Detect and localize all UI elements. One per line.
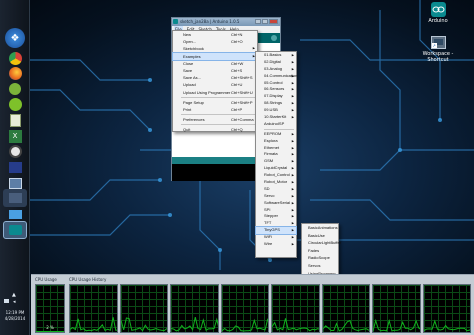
example-10-starterkit[interactable]: 10.StarterKit ▶ <box>256 114 296 121</box>
menu-item-upload-programmer[interactable]: Upload Using Programmer Ctrl+Shift+U <box>173 89 257 96</box>
example-esplora[interactable]: Esplora ▶ <box>256 138 296 145</box>
example-servo[interactable]: Servo ▶ <box>256 193 296 200</box>
cpu-usage-fill <box>36 331 64 332</box>
menu-item-save[interactable]: Save Ctrl+S <box>173 67 257 74</box>
example-wifi[interactable]: WiFi ▶ <box>256 234 296 241</box>
menu-separator <box>264 128 294 130</box>
lib-example-circularlightbuffer[interactable]: CircularLightBuffer <box>302 239 341 247</box>
menu-item-upload[interactable]: Upload Ctrl+U <box>173 81 257 88</box>
menu-item-print[interactable]: Print Ctrl+P <box>173 106 257 113</box>
example-tft[interactable]: TFT ▶ <box>256 220 296 227</box>
example-wire[interactable]: Wire ▶ <box>256 241 296 248</box>
menu-separator <box>181 124 255 126</box>
example-arduinoisp[interactable]: ArduinoISP <box>256 121 296 128</box>
taskbar: ❖ X ▲ ◂ 12:19 PM 4/28/2014 <box>0 0 30 335</box>
cpu-usage-graph: 2 % <box>35 284 65 333</box>
workspace-icon: ↗ <box>430 36 446 49</box>
example-eeprom[interactable]: EEPROM ▶ <box>256 131 296 138</box>
example-stepper[interactable]: Stepper ▶ <box>256 213 296 220</box>
lib-example-radioscope[interactable]: RadioScope <box>302 254 338 262</box>
cpu-history-line <box>120 317 168 332</box>
file-menu: New Ctrl+N Open... Ctrl+O Sketchbook ▶ Exam… <box>172 30 258 132</box>
menu-separator <box>181 96 255 98</box>
cpu-core-history-graph <box>372 284 421 333</box>
maximize-button[interactable] <box>262 19 268 24</box>
example-06-sensors[interactable]: 06.Sensors ▶ <box>256 86 296 93</box>
cpu-history-line <box>221 318 269 332</box>
library-examples-menu: BasicAnimations BasicUse CircularLightBu… <box>301 223 341 278</box>
cpu-core-history-graph <box>170 284 219 333</box>
cpu-history-line <box>70 317 117 332</box>
menu-item-save-as[interactable]: Save As... Ctrl+Shift+S <box>173 74 257 81</box>
cpu-core-history-graph <box>69 284 118 333</box>
example-07-display[interactable]: 07.Display ▶ <box>256 93 296 100</box>
cpu-usage-label: CPU Usage <box>35 277 57 282</box>
cpu-history-line <box>272 318 319 332</box>
cpu-core-history-graph <box>321 284 370 333</box>
menu-item-sketchbook[interactable]: Sketchbook ▶ <box>173 45 257 52</box>
menu-item-page-setup[interactable]: Page Setup Ctrl+Shift+P <box>173 99 257 106</box>
workspace-icon-label: Workspace - Shortcut <box>422 51 454 63</box>
examples-menu: 01.Basics ▶ 02.Digital ▶ 03.Analog ▶ 04.Com… <box>255 51 297 258</box>
menu-item-quit[interactable]: Quit Ctrl+Q <box>173 126 257 133</box>
workspace-shortcut-icon[interactable]: ↗ Workspace - Shortcut <box>422 36 454 63</box>
window-title-bar[interactable]: sketch_jan28a | Arduino 1.0.5 <box>172 18 280 26</box>
arduino-logo-icon <box>430 2 446 17</box>
cpu-core-history-graph <box>422 284 471 333</box>
example-firmata[interactable]: Firmata ▶ <box>256 151 296 158</box>
example-sd[interactable]: SD ▶ <box>256 186 296 193</box>
arduino-icon-label: Arduino <box>428 18 448 24</box>
example-01-basics[interactable]: 01.Basics ▶ <box>256 52 296 59</box>
cpu-history-label: CPU Usage History <box>69 277 107 282</box>
cpu-history-line <box>423 319 471 332</box>
example-liquidcrystal[interactable]: LiquidCrystal ▶ <box>256 165 296 172</box>
menu-item-preferences[interactable]: Preferences Ctrl+Comma <box>173 116 257 123</box>
example-05-control[interactable]: 05.Control ▶ <box>256 80 296 87</box>
menu-item-close[interactable]: Close Ctrl+W <box>173 60 257 67</box>
cpu-history-line <box>171 316 218 332</box>
example-robot-control[interactable]: Robot_Control ▶ <box>256 172 296 179</box>
example-04-communication[interactable]: 04.Communication ▶ <box>256 73 297 80</box>
taskbar-clock[interactable]: 12:19 PM 4/28/2014 <box>0 310 30 322</box>
example-09-usb[interactable]: 09.USB ▶ <box>256 107 296 114</box>
cpu-core-history-graph <box>271 284 320 333</box>
lib-example-fades[interactable]: Fades <box>302 247 338 255</box>
arduino-taskbar-icon[interactable] <box>3 221 27 239</box>
show-hidden-icons[interactable]: ▲ <box>12 292 16 298</box>
example-gsm[interactable]: GSM ▶ <box>256 158 296 165</box>
cpu-core-history-graph <box>119 284 168 333</box>
example-08-strings[interactable]: 08.Strings ▶ <box>256 100 296 107</box>
close-button[interactable] <box>269 19 278 24</box>
volume-icon[interactable]: ◂ <box>13 299 16 305</box>
example-03-analog[interactable]: 03.Analog ▶ <box>256 66 296 73</box>
window-title: sketch_jan28a | Arduino 1.0.5 <box>180 19 240 24</box>
cpu-history-line <box>322 319 370 332</box>
example-robot-motor[interactable]: Robot_Motor ▶ <box>256 179 296 186</box>
arduino-desktop-icon[interactable]: Arduino <box>424 2 452 24</box>
example-softwareserial[interactable]: SoftwareSerial ▶ <box>256 200 296 207</box>
lib-example-servos[interactable]: Servos <box>302 262 338 270</box>
start-button[interactable]: ❖ <box>5 28 25 48</box>
example-02-digital[interactable]: 02.Digital ▶ <box>256 59 296 66</box>
example-tinygps[interactable]: TinyGPS ▶ <box>255 226 297 236</box>
menu-separator <box>181 114 255 116</box>
cpu-core-history-graph <box>220 284 269 333</box>
clock-date: 4/28/2014 <box>4 316 26 321</box>
arduino-window-icon <box>173 19 178 24</box>
example-ethernet[interactable]: Ethernet ▶ <box>256 145 296 152</box>
lib-example-basicanimations[interactable]: BasicAnimations <box>302 224 338 232</box>
menu-item-new[interactable]: New Ctrl+N <box>173 31 257 38</box>
menu-item-examples[interactable]: Examples ▶ <box>172 51 258 61</box>
serial-monitor-button[interactable] <box>271 35 277 41</box>
example-spi[interactable]: SPI ▶ <box>256 207 296 214</box>
cpu-history-line <box>373 318 420 332</box>
menu-item-open[interactable]: Open... Ctrl+O <box>173 38 257 45</box>
network-icon[interactable] <box>4 299 9 303</box>
lib-example-basicuse[interactable]: BasicUse <box>302 232 338 240</box>
minimize-button[interactable] <box>255 19 261 24</box>
cpu-meter-gadget: CPU Usage CPU Usage History 2 % <box>31 274 474 335</box>
cpu-usage-percent: 2 % <box>46 325 54 330</box>
